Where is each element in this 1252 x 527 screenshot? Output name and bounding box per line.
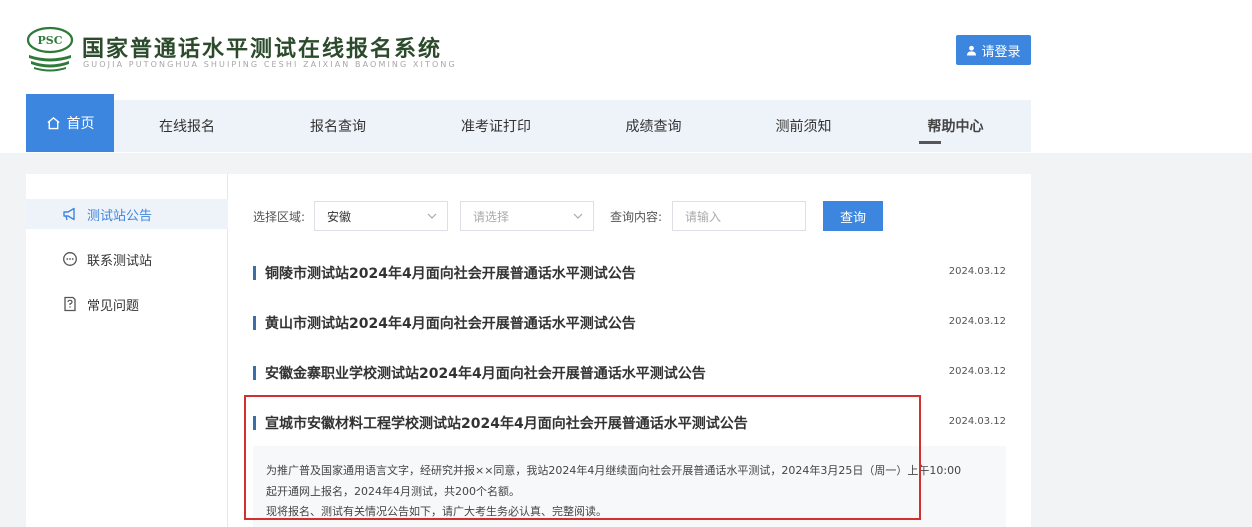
chat-icon	[63, 252, 77, 266]
nav-online-signup[interactable]: 在线报名	[134, 100, 240, 152]
sidebar: 测试站公告 联系测试站 常见问题	[26, 174, 228, 527]
news-item[interactable]: 铜陵市测试站2024年4月面向社会开展普通话水平测试公告 2024.03.12	[253, 263, 1006, 283]
site-title: 国家普通话水平测试在线报名系统	[82, 37, 443, 62]
nav-notice[interactable]: 测前须知	[751, 100, 856, 152]
login-label: 请登录	[981, 44, 1021, 60]
site-subtitle: GUOJIA PUTONGHUA SHUIPING CESHI ZAIXIAN …	[83, 60, 457, 69]
nav-home[interactable]: 首页	[26, 94, 114, 152]
login-button[interactable]: 请登录	[956, 35, 1031, 65]
region-select[interactable]: 安徽	[314, 201, 448, 231]
content-placeholder: 请输入	[685, 209, 722, 224]
nav-help[interactable]: 帮助中心	[903, 100, 1008, 152]
news-date: 2024.03.12	[948, 366, 1006, 377]
nav-active-underline	[919, 141, 941, 144]
nav-signup-query[interactable]: 报名查询	[286, 100, 390, 152]
subregion-placeholder: 请选择	[473, 209, 510, 224]
logo-text: PSC	[38, 34, 63, 47]
region-value: 安徽	[327, 209, 352, 224]
title-bar	[253, 266, 256, 280]
news-date: 2024.03.12	[948, 416, 1006, 427]
content-label: 查询内容:	[610, 210, 663, 224]
nav-home-label: 首页	[66, 116, 95, 132]
chevron-down-icon	[573, 213, 583, 219]
title-bar	[253, 316, 256, 330]
subregion-select[interactable]: 请选择	[460, 201, 594, 231]
news-item[interactable]: 安徽金寨职业学校测试站2024年4月面向社会开展普通话水平测试公告 2024.0…	[253, 363, 1006, 383]
content-input[interactable]: 请输入	[672, 201, 806, 231]
sidebar-item-label: 联系测试站	[87, 253, 153, 269]
highlight-box	[244, 395, 921, 520]
document-question-icon	[64, 296, 76, 312]
news-title[interactable]: 安徽金寨职业学校测试站2024年4月面向社会开展普通话水平测试公告	[265, 363, 706, 383]
sidebar-item-announcements[interactable]: 测试站公告	[26, 199, 228, 229]
title-bar	[253, 366, 256, 380]
home-icon	[46, 116, 60, 130]
news-title[interactable]: 铜陵市测试站2024年4月面向社会开展普通话水平测试公告	[265, 263, 636, 283]
megaphone-icon	[63, 207, 75, 221]
news-date: 2024.03.12	[948, 316, 1006, 327]
query-button[interactable]: 查询	[823, 201, 883, 231]
user-icon	[967, 45, 977, 56]
sidebar-item-label: 测试站公告	[87, 208, 153, 224]
main-nav: 首页 在线报名 报名查询 准考证打印 成绩查询 测前须知 帮助中心	[26, 94, 1031, 152]
news-item[interactable]: 黄山市测试站2024年4月面向社会开展普通话水平测试公告 2024.03.12	[253, 313, 1006, 333]
region-label: 选择区域:	[253, 210, 306, 224]
nav-score-query[interactable]: 成绩查询	[601, 100, 706, 152]
sidebar-item-faq[interactable]: 常见问题	[26, 289, 228, 319]
nav-ticket-print[interactable]: 准考证打印	[436, 100, 556, 152]
chevron-down-icon	[427, 213, 437, 219]
news-title[interactable]: 黄山市测试站2024年4月面向社会开展普通话水平测试公告	[265, 313, 636, 333]
news-date: 2024.03.12	[948, 266, 1006, 277]
sidebar-item-contact[interactable]: 联系测试站	[26, 244, 228, 274]
psc-logo: PSC	[26, 26, 74, 72]
sidebar-item-label: 常见问题	[87, 298, 140, 314]
